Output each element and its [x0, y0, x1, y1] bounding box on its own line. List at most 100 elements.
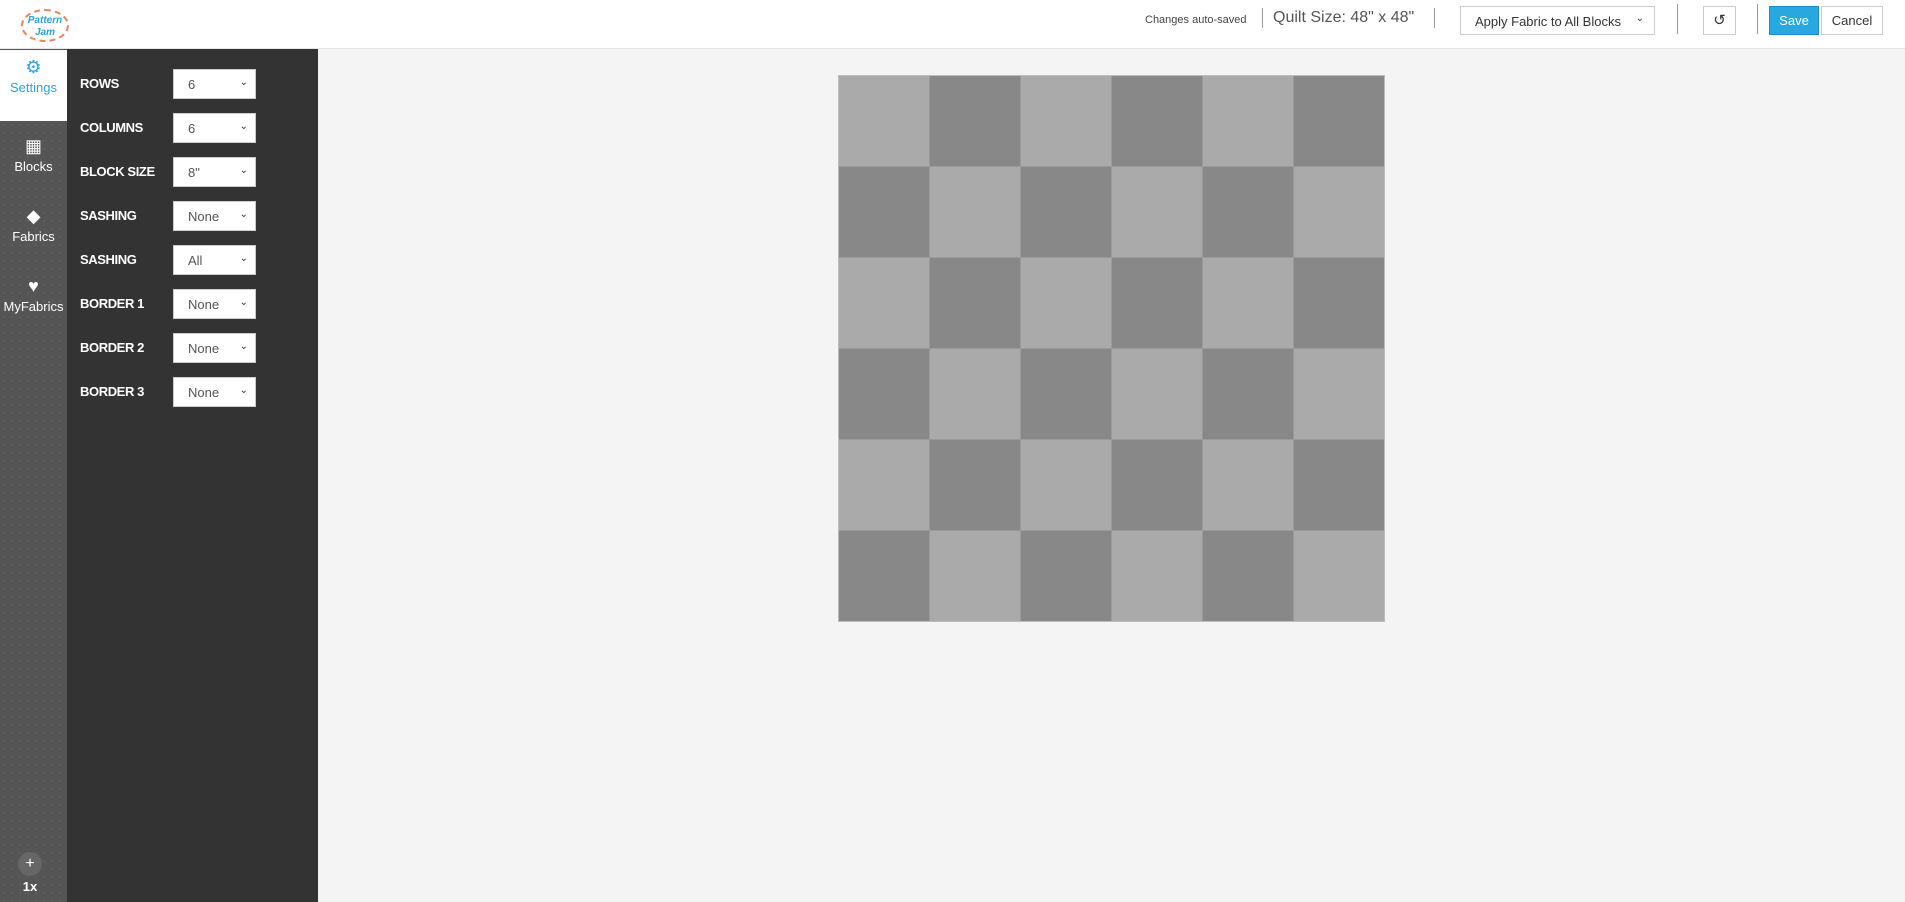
setting-columns: COLUMNS 6 ⌄	[80, 113, 310, 143]
rows-select[interactable]: 6 ⌄	[173, 69, 256, 99]
chevron-down-icon: ⌄	[239, 253, 248, 264]
setting-border-3: BORDER 3 None ⌄	[80, 377, 310, 407]
block-size-select[interactable]: 8" ⌄	[173, 157, 256, 187]
undo-icon: ↺	[1713, 12, 1726, 29]
chevron-down-icon: ⌄	[239, 165, 248, 176]
quilt-block[interactable]	[1112, 167, 1202, 257]
setting-border-2: BORDER 2 None ⌄	[80, 333, 310, 363]
setting-label: BORDER 1	[80, 296, 144, 311]
quilt-block[interactable]	[930, 440, 1020, 530]
quilt-block[interactable]	[930, 76, 1020, 166]
chevron-down-icon: ⌄	[239, 209, 248, 220]
quilt-block[interactable]	[1021, 258, 1111, 348]
sashing-scope-select[interactable]: All ⌄	[173, 245, 256, 275]
divider	[1677, 4, 1678, 34]
chevron-down-icon: ⌄	[1635, 13, 1644, 24]
border-3-select[interactable]: None ⌄	[173, 377, 256, 407]
side-rail: ⚙ Settings ▦ Blocks ◆ Fabrics ♥ MyFabrics + …	[0, 49, 75, 902]
quilt-block[interactable]	[930, 258, 1020, 348]
quilt-block[interactable]	[930, 349, 1020, 439]
select-value: None	[188, 341, 220, 356]
chevron-down-icon: ⌄	[239, 385, 248, 396]
select-value: None	[188, 297, 220, 312]
setting-block-size: BLOCK SIZE 8" ⌄	[80, 157, 310, 187]
quilt-block[interactable]	[1112, 76, 1202, 166]
select-value: All	[188, 253, 203, 268]
quilt-block[interactable]	[1294, 349, 1384, 439]
tab-myfabrics[interactable]: ♥ MyFabrics	[0, 269, 67, 340]
select-value: None	[188, 385, 220, 400]
tab-label: Settings	[10, 80, 57, 95]
quilt-block[interactable]	[1203, 440, 1293, 530]
quilt-block[interactable]	[1203, 76, 1293, 166]
quilt-block[interactable]	[1203, 258, 1293, 348]
columns-select[interactable]: 6 ⌄	[173, 113, 256, 143]
setting-label: COLUMNS	[80, 120, 143, 135]
quilt-canvas	[838, 75, 1385, 622]
sashing-select[interactable]: None ⌄	[173, 201, 256, 231]
apply-fabric-value: Apply Fabric to All Blocks	[1475, 14, 1621, 29]
quilt-block[interactable]	[1112, 258, 1202, 348]
quilt-block[interactable]	[1294, 76, 1384, 166]
quilt-block[interactable]	[1021, 440, 1111, 530]
tab-label: Blocks	[14, 159, 53, 174]
border-2-select[interactable]: None ⌄	[173, 333, 256, 363]
divider	[1262, 8, 1263, 28]
tag-icon: ◆	[26, 206, 41, 226]
tab-label: Fabrics	[12, 229, 55, 244]
cancel-button[interactable]: Cancel	[1821, 6, 1883, 35]
quilt-block[interactable]	[839, 167, 929, 257]
quilt-block[interactable]	[1021, 167, 1111, 257]
save-button[interactable]: Save	[1769, 6, 1819, 35]
divider	[1757, 4, 1758, 34]
quilt-block[interactable]	[1294, 167, 1384, 257]
tab-fabrics[interactable]: ◆ Fabrics	[0, 199, 67, 270]
setting-label: SASHING	[80, 252, 137, 267]
quilt-block[interactable]	[930, 167, 1020, 257]
setting-label: BORDER 2	[80, 340, 144, 355]
quilt-block[interactable]	[1021, 349, 1111, 439]
zoom-level: 1x	[22, 879, 38, 894]
select-value: 6	[188, 77, 196, 92]
border-1-select[interactable]: None ⌄	[173, 289, 256, 319]
select-value: 8"	[188, 165, 200, 180]
settings-panel: ROWS 6 ⌄ COLUMNS 6 ⌄ BLOCK SIZE 8" ⌄ SASHING No…	[67, 49, 318, 902]
quilt-block[interactable]	[1203, 349, 1293, 439]
quilt-block[interactable]	[1294, 258, 1384, 348]
quilt-block[interactable]	[1112, 440, 1202, 530]
tab-settings[interactable]: ⚙ Settings	[0, 50, 75, 121]
apply-fabric-select[interactable]: Apply Fabric to All Blocks ⌄	[1460, 6, 1655, 35]
tab-blocks[interactable]: ▦ Blocks	[0, 129, 67, 200]
setting-label: SASHING	[80, 208, 137, 223]
chevron-down-icon: ⌄	[239, 121, 248, 132]
quilt-block[interactable]	[1294, 531, 1384, 621]
quilt-block[interactable]	[1112, 531, 1202, 621]
quilt-block[interactable]	[839, 349, 929, 439]
setting-sashing: SASHING None ⌄	[80, 201, 310, 231]
quilt-block[interactable]	[839, 76, 929, 166]
quilt-block[interactable]	[839, 531, 929, 621]
quilt-block[interactable]	[1021, 76, 1111, 166]
gear-icon: ⚙	[25, 57, 42, 77]
quilt-block[interactable]	[1112, 349, 1202, 439]
quilt-block[interactable]	[839, 258, 929, 348]
chevron-down-icon: ⌄	[239, 341, 248, 352]
quilt-block[interactable]	[1203, 531, 1293, 621]
setting-sashing-scope: SASHING All ⌄	[80, 245, 310, 275]
tab-label: MyFabrics	[3, 299, 64, 314]
pattern-jam-logo[interactable]: Pattern Jam	[21, 9, 69, 42]
zoom-in-button[interactable]: +	[18, 852, 42, 876]
select-value: 6	[188, 121, 196, 136]
quilt-block[interactable]	[930, 531, 1020, 621]
setting-border-1: BORDER 1 None ⌄	[80, 289, 310, 319]
select-value: None	[188, 209, 220, 224]
quilt-block[interactable]	[1021, 531, 1111, 621]
quilt-block[interactable]	[1203, 167, 1293, 257]
undo-button[interactable]: ↺	[1703, 6, 1736, 35]
setting-label: BORDER 3	[80, 384, 144, 399]
quilt-block[interactable]	[839, 440, 929, 530]
quilt-block[interactable]	[1294, 440, 1384, 530]
divider	[1434, 8, 1435, 28]
chevron-down-icon: ⌄	[239, 297, 248, 308]
setting-label: ROWS	[80, 76, 119, 91]
